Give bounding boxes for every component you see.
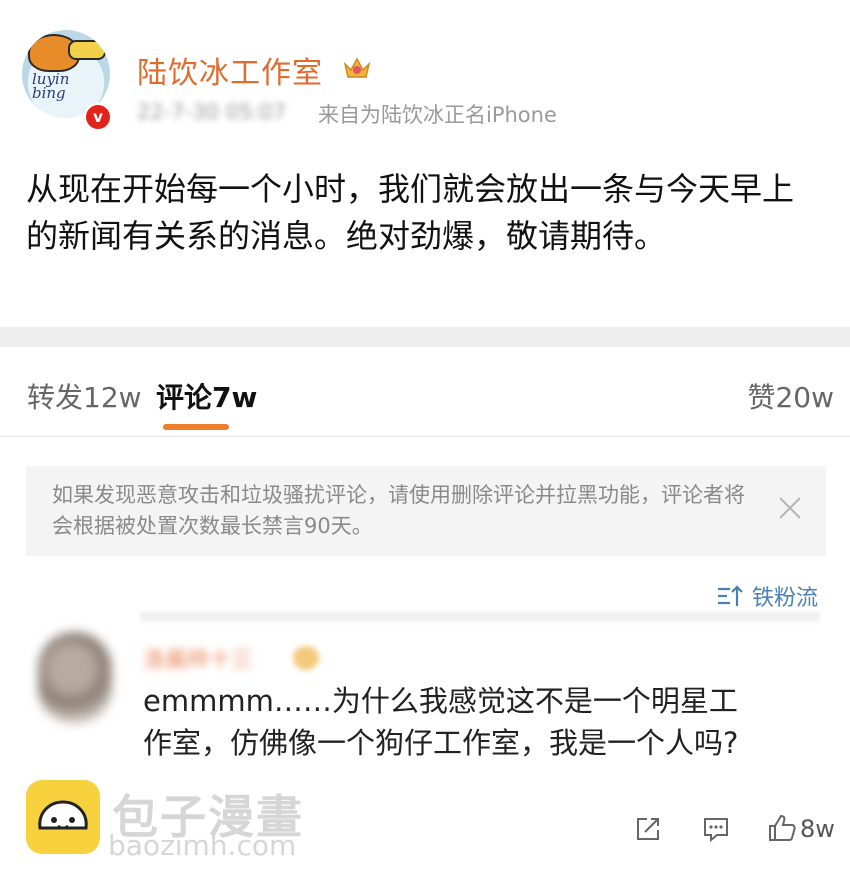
- post-text: 从现在开始每一个小时，我们就会放出一条与今天早上的新闻有关系的消息。绝对劲爆，敬…: [26, 170, 795, 255]
- watermark-logo: [26, 780, 100, 854]
- reply-icon[interactable]: [702, 815, 730, 843]
- close-icon[interactable]: [776, 494, 804, 522]
- blurred-separator: [140, 612, 820, 622]
- crown-icon: [343, 57, 371, 78]
- commenter-badge-icon: [293, 646, 319, 670]
- watermark-url: baozimh.com: [108, 829, 297, 862]
- account-name[interactable]: 陆饮冰工作室: [137, 48, 323, 92]
- hat-decoration: [68, 40, 106, 60]
- avatar-logo-text: luyin bing: [32, 70, 70, 102]
- verified-icon: v: [84, 103, 112, 131]
- tab-like[interactable]: 赞20w: [747, 376, 834, 416]
- active-tab-indicator: [163, 424, 229, 430]
- bun-face-icon: [38, 800, 88, 830]
- sort-icon[interactable]: [716, 584, 744, 608]
- comment-notice: 如果发现恶意攻击和垃圾骚扰评论，请使用删除评论并拉黑功能，评论者将会根据被处置次…: [26, 466, 826, 556]
- tab-repost[interactable]: 转发12w: [27, 376, 142, 416]
- tab-comment[interactable]: 评论7w: [156, 376, 257, 416]
- like-icon[interactable]: [767, 813, 797, 843]
- tabs-divider: [0, 436, 850, 437]
- notice-text: 如果发现恶意攻击和垃圾骚扰评论，请使用删除评论并拉黑功能，评论者将会根据被处置次…: [52, 483, 745, 538]
- commenter-avatar[interactable]: [38, 632, 112, 724]
- comment-like-count: 8w: [800, 815, 835, 843]
- comment-text: emmmm……为什么我感觉这不是一个明星工作室，仿佛像一个狗仔工作室，我是一个人…: [143, 684, 739, 760]
- sort-label[interactable]: 铁粉流: [752, 580, 818, 612]
- post-source: 来自为陆饮冰正名iPhone: [318, 103, 557, 127]
- post-time: 22-7-30 05:07: [137, 100, 287, 124]
- share-icon[interactable]: [634, 815, 662, 843]
- commenter-name[interactable]: 洛酱梓十三: [143, 642, 253, 674]
- section-divider: [0, 327, 850, 347]
